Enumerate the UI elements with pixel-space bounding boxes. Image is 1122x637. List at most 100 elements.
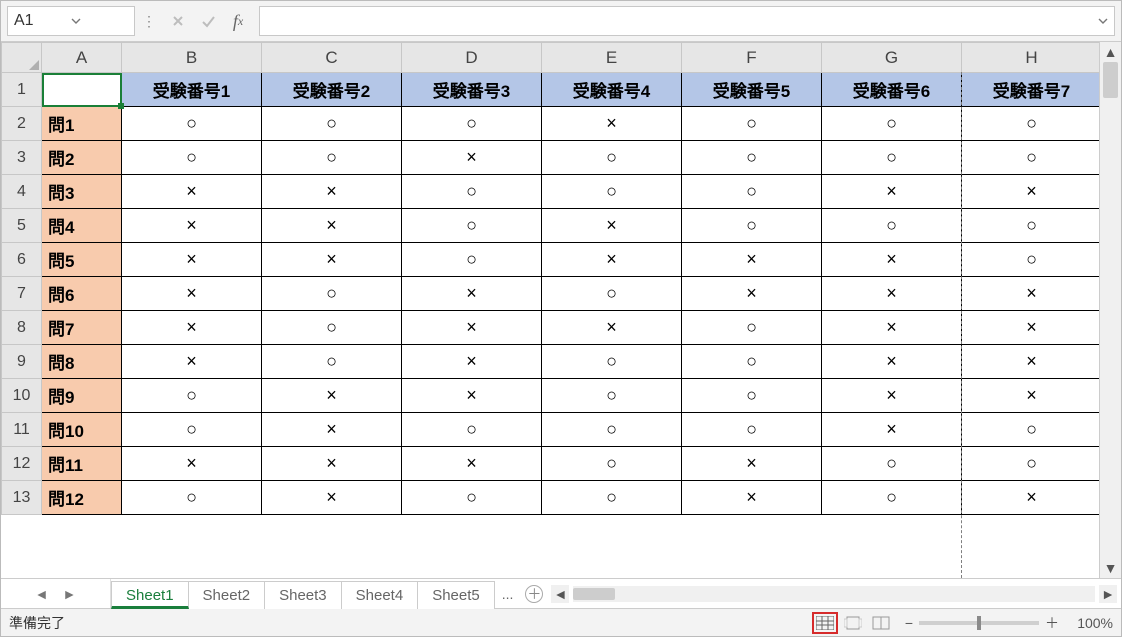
row-header[interactable]: 11 (2, 413, 42, 447)
row-label-cell[interactable]: 問4 (42, 209, 122, 243)
tab-nav-prev-icon[interactable]: ◄ (35, 586, 49, 602)
data-cell[interactable]: ○ (962, 447, 1100, 481)
row-header[interactable]: 10 (2, 379, 42, 413)
data-cell[interactable]: ○ (402, 481, 542, 515)
data-cell[interactable]: × (822, 311, 962, 345)
data-cell[interactable]: ○ (542, 345, 682, 379)
data-cell[interactable]: ○ (682, 379, 822, 413)
horizontal-scrollbar[interactable]: ◄ ► (547, 579, 1121, 608)
data-cell[interactable]: × (122, 345, 262, 379)
data-cell[interactable]: ○ (262, 107, 402, 141)
zoom-in-button[interactable]: ＋ (1045, 613, 1059, 633)
data-cell[interactable]: × (682, 277, 822, 311)
data-cell[interactable]: × (262, 209, 402, 243)
column-header-C[interactable]: C (262, 43, 402, 73)
row-label-cell[interactable]: 問2 (42, 141, 122, 175)
data-cell[interactable]: × (682, 243, 822, 277)
data-cell[interactable]: ○ (542, 413, 682, 447)
data-cell[interactable]: ○ (822, 141, 962, 175)
row-label-cell[interactable]: 問6 (42, 277, 122, 311)
data-cell[interactable]: × (822, 277, 962, 311)
row-header[interactable]: 12 (2, 447, 42, 481)
header-cell[interactable]: 受験番号7 (962, 73, 1100, 107)
view-page-layout-button[interactable] (840, 612, 866, 634)
formula-input[interactable] (259, 6, 1115, 36)
data-cell[interactable]: ○ (122, 481, 262, 515)
data-cell[interactable]: × (962, 481, 1100, 515)
row-label-cell[interactable]: 問7 (42, 311, 122, 345)
data-cell[interactable]: × (822, 243, 962, 277)
data-cell[interactable]: ○ (542, 141, 682, 175)
data-cell[interactable]: ○ (402, 413, 542, 447)
data-cell[interactable]: × (822, 345, 962, 379)
data-cell[interactable]: × (262, 481, 402, 515)
header-cell[interactable]: 受験番号3 (402, 73, 542, 107)
data-cell[interactable]: ○ (122, 141, 262, 175)
data-cell[interactable]: ○ (822, 107, 962, 141)
row-label-cell[interactable]: 問1 (42, 107, 122, 141)
data-cell[interactable]: ○ (262, 311, 402, 345)
tabs-overflow[interactable]: ... (494, 579, 522, 608)
row-header[interactable]: 6 (2, 243, 42, 277)
data-cell[interactable]: ○ (122, 379, 262, 413)
scroll-up-icon[interactable]: ▲ (1100, 42, 1121, 62)
tab-nav-next-icon[interactable]: ► (63, 586, 77, 602)
data-cell[interactable]: ○ (542, 447, 682, 481)
row-header[interactable]: 3 (2, 141, 42, 175)
name-box[interactable]: A1 (7, 6, 135, 36)
scroll-down-icon[interactable]: ▼ (1100, 558, 1121, 578)
row-label-cell[interactable]: 問9 (42, 379, 122, 413)
zoom-slider[interactable] (919, 621, 1039, 625)
header-cell[interactable]: 受験番号6 (822, 73, 962, 107)
data-cell[interactable]: ○ (262, 345, 402, 379)
data-cell[interactable]: ○ (402, 209, 542, 243)
data-cell[interactable]: × (402, 141, 542, 175)
row-label-cell[interactable]: 問3 (42, 175, 122, 209)
data-cell[interactable]: × (962, 175, 1100, 209)
data-cell[interactable]: × (262, 413, 402, 447)
data-cell[interactable]: ○ (542, 481, 682, 515)
chevron-down-icon[interactable] (1098, 13, 1108, 29)
scroll-left-icon[interactable]: ◄ (551, 585, 569, 603)
row-label-cell[interactable]: 問8 (42, 345, 122, 379)
data-cell[interactable]: × (122, 243, 262, 277)
hscroll-thumb[interactable] (573, 588, 615, 600)
enter-formula-button[interactable] (193, 6, 223, 36)
row-header[interactable]: 13 (2, 481, 42, 515)
data-cell[interactable]: × (122, 311, 262, 345)
data-cell[interactable]: ○ (962, 243, 1100, 277)
hscroll-track[interactable] (573, 586, 1095, 602)
data-cell[interactable]: ○ (542, 277, 682, 311)
new-sheet-button[interactable]: ＋ (521, 579, 547, 608)
data-cell[interactable]: ○ (822, 209, 962, 243)
data-cell[interactable]: × (962, 345, 1100, 379)
data-cell[interactable]: ○ (542, 175, 682, 209)
data-cell[interactable]: ○ (262, 141, 402, 175)
zoom-out-button[interactable]: − (905, 615, 913, 631)
data-cell[interactable]: ○ (962, 141, 1100, 175)
fx-button[interactable]: fx (223, 6, 253, 36)
data-cell[interactable]: × (542, 243, 682, 277)
data-cell[interactable]: ○ (962, 413, 1100, 447)
zoom-percent[interactable]: 100% (1065, 615, 1113, 631)
data-cell[interactable]: × (262, 175, 402, 209)
view-page-break-button[interactable] (868, 612, 894, 634)
row-header[interactable]: 4 (2, 175, 42, 209)
data-cell[interactable]: ○ (682, 107, 822, 141)
row-header[interactable]: 5 (2, 209, 42, 243)
column-header-G[interactable]: G (822, 43, 962, 73)
data-cell[interactable]: ○ (542, 379, 682, 413)
header-cell[interactable]: 受験番号2 (262, 73, 402, 107)
data-cell[interactable]: ○ (962, 209, 1100, 243)
header-cell[interactable]: 受験番号5 (682, 73, 822, 107)
drag-handle-icon[interactable] (143, 13, 155, 30)
data-cell[interactable]: × (962, 311, 1100, 345)
column-header-H[interactable]: H (962, 43, 1100, 73)
data-cell[interactable]: × (262, 447, 402, 481)
cancel-formula-button[interactable] (163, 6, 193, 36)
data-cell[interactable]: × (122, 209, 262, 243)
sheet-tab-sheet5[interactable]: Sheet5 (417, 581, 495, 609)
data-cell[interactable]: ○ (122, 413, 262, 447)
vscroll-track[interactable] (1100, 62, 1121, 558)
data-cell[interactable]: ○ (402, 175, 542, 209)
